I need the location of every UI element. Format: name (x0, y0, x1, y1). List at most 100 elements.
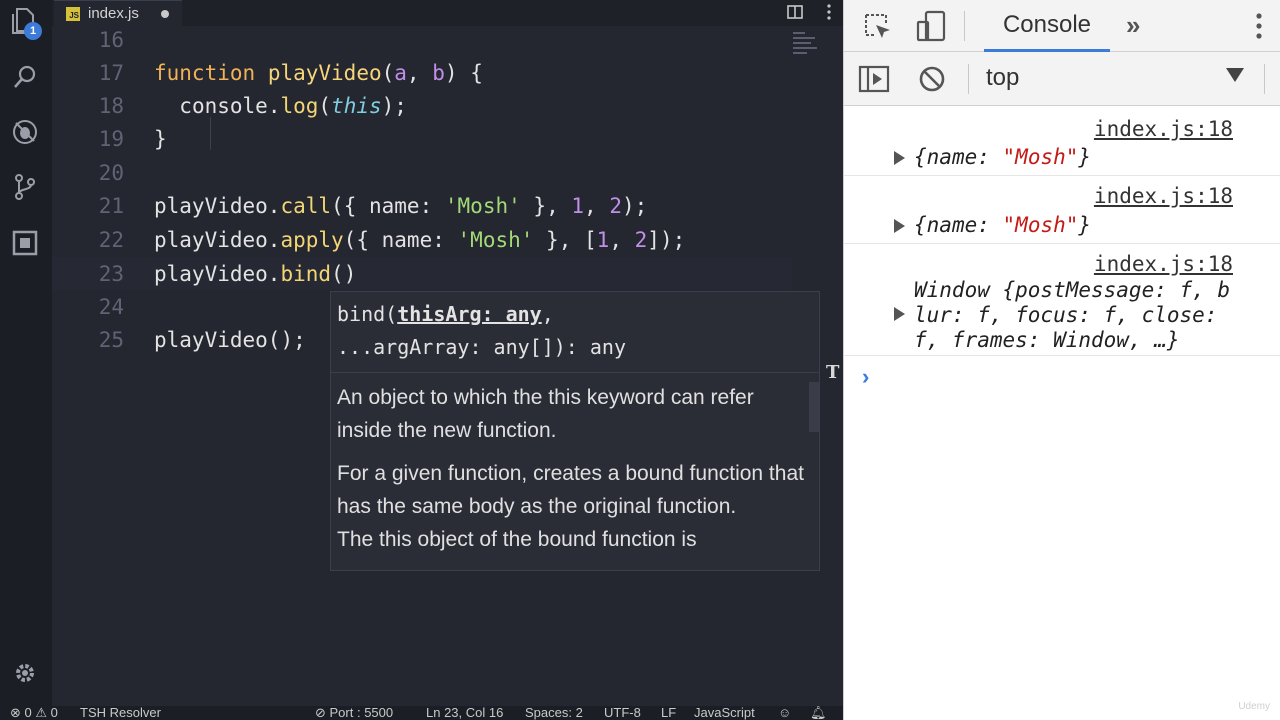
active-parameter: thisArg: any (397, 302, 542, 326)
watermark: Udemy (1238, 701, 1270, 712)
extensions-icon[interactable] (10, 228, 40, 258)
execution-context-select[interactable]: top (986, 64, 1019, 92)
console-message: index.js:18 {name: "Mosh"} (844, 106, 1280, 176)
line-number: 21 (98, 193, 124, 218)
logged-window-line2[interactable]: lur: f, focus: f, close: (914, 303, 1217, 327)
source-link[interactable]: index.js:18 (1094, 252, 1233, 276)
signature-prefix: bind( (337, 302, 398, 326)
console-message: index.js:18 {name: "Mosh"} (844, 176, 1280, 244)
settings-gear-icon[interactable] (10, 658, 40, 688)
show-sidebar-icon[interactable] (858, 65, 890, 98)
warning-icon: ⚠ (35, 705, 48, 720)
code-line: 20 (52, 156, 792, 189)
code-line: 16 (52, 23, 792, 56)
parameter-hint-popup[interactable]: bind(thisArg: any, ...argArray: any[]): … (330, 291, 820, 571)
encoding[interactable]: UTF-8 (604, 705, 641, 720)
code-line: 18 console.log(this); (52, 89, 792, 122)
tab-console[interactable]: Console (984, 0, 1110, 52)
debug-icon[interactable] (10, 117, 40, 147)
broadcast-icon: ⊘ (315, 705, 330, 720)
parameter-doc: An object to which the this keyword can … (337, 386, 754, 442)
status-bar: ⊗ 0 ⚠ 0 TSH Resolver ⊘ Port : 5500 Ln 23… (0, 705, 843, 720)
code-line: 22 playVideo.apply({ name: 'Mosh' }, [1,… (52, 223, 792, 256)
language-mode[interactable]: JavaScript (694, 705, 755, 720)
status-resolver[interactable]: TSH Resolver (80, 705, 161, 720)
dropdown-arrow-icon[interactable] (1226, 68, 1244, 82)
code-editor-window: 1 JS index.js 16 17 function playVideo(a… (0, 0, 843, 720)
code-line: 19 } (52, 122, 792, 155)
devtools-menu-icon[interactable] (1256, 13, 1262, 44)
code-text: playVideo.apply({ name: 'Mosh' }, [1, 2]… (154, 227, 686, 252)
code-line: 17 function playVideo(a, b) { (52, 56, 792, 89)
problems-indicator[interactable]: ⊗ 0 ⚠ 0 (10, 705, 58, 720)
line-number: 17 (98, 60, 124, 85)
line-number: 24 (98, 294, 124, 319)
code-text: playVideo(); (154, 327, 306, 352)
text-cursor-icon: T (826, 362, 840, 383)
function-doc-cont: The this object of the bound function is (337, 528, 697, 551)
error-icon: ⊗ (10, 705, 21, 720)
end-of-line[interactable]: LF (661, 705, 676, 720)
console-prompt-chevron-icon[interactable]: › (862, 364, 869, 390)
popup-scrollbar[interactable] (809, 382, 819, 432)
logged-window-line3[interactable]: f, frames: Window, …} (914, 328, 1180, 352)
object-key: name (926, 213, 978, 237)
devtools-panel: Console » top index.js:18 {name: "Mosh"}… (843, 0, 1280, 720)
cursor-position[interactable]: Ln 23, Col 16 (426, 705, 503, 720)
error-count: 0 (24, 705, 32, 720)
object-value: "Mosh" (1002, 145, 1079, 169)
explorer-badge: 1 (24, 22, 42, 40)
code-line-current: 23 playVideo.bind() (52, 257, 792, 290)
source-control-icon[interactable] (10, 172, 40, 202)
notifications-bell-icon[interactable]: 🔔︎ (810, 705, 827, 720)
documentation: An object to which the this keyword can … (331, 373, 819, 556)
expand-triangle-icon[interactable] (894, 307, 905, 321)
logged-window-line1[interactable]: Window {postMessage: f, b (914, 278, 1230, 302)
logged-object[interactable]: {name: "Mosh"} (914, 145, 1091, 169)
tab-filename: index.js (88, 5, 139, 22)
code-text: console.log(this); (179, 93, 407, 118)
minimap[interactable] (793, 32, 821, 72)
line-number: 22 (98, 227, 124, 252)
code-line: 21 playVideo.call({ name: 'Mosh' }, 1, 2… (52, 189, 792, 222)
activity-bar: 1 (0, 0, 52, 706)
code-text: function playVideo(a, b) { (154, 60, 483, 85)
devtools-tabbar: Console » (844, 0, 1280, 52)
line-number: 16 (98, 27, 124, 52)
line-number: 23 (98, 261, 124, 286)
logged-object[interactable]: {name: "Mosh"} (914, 213, 1091, 237)
signature-rest: ...argArray: any[]): any (337, 335, 626, 359)
live-server-port[interactable]: ⊘ Port : 5500 (315, 705, 393, 720)
clear-console-icon[interactable] (918, 65, 946, 98)
line-number: 19 (98, 126, 124, 151)
function-doc: For a given function, creates a bound fu… (337, 462, 804, 518)
code-text: playVideo.bind() (154, 261, 357, 286)
feedback-smiley-icon[interactable]: ☺ (778, 705, 791, 720)
warning-count: 0 (50, 705, 58, 720)
unsaved-dot-icon[interactable] (160, 9, 169, 18)
code-text: } (154, 126, 167, 151)
source-link[interactable]: index.js:18 (1094, 184, 1233, 208)
object-key: name (926, 145, 978, 169)
expand-triangle-icon[interactable] (894, 151, 905, 165)
device-toolbar-icon[interactable] (916, 10, 946, 47)
console-message: index.js:18 Window {postMessage: f, b lu… (844, 244, 1280, 356)
split-editor-icon[interactable] (787, 4, 803, 25)
indentation[interactable]: Spaces: 2 (525, 705, 583, 720)
line-number: 18 (98, 93, 124, 118)
signature: bind(thisArg: any, ...argArray: any[]): … (331, 292, 819, 373)
more-tabs-chevron-icon[interactable]: » (1126, 10, 1140, 41)
javascript-file-icon: JS (66, 6, 80, 21)
search-icon[interactable] (10, 62, 40, 92)
inspect-element-icon[interactable] (864, 13, 892, 46)
signature-comma: , (541, 302, 554, 326)
source-link[interactable]: index.js:18 (1094, 117, 1233, 141)
more-actions-icon[interactable] (827, 4, 831, 25)
console-toolbar: top (844, 52, 1280, 106)
code-text: playVideo.call({ name: 'Mosh' }, 1, 2); (154, 193, 648, 218)
tab-actions (787, 4, 831, 25)
line-number: 25 (98, 327, 124, 352)
object-value: "Mosh" (1002, 213, 1079, 237)
expand-triangle-icon[interactable] (894, 219, 905, 233)
line-number: 20 (98, 160, 124, 185)
